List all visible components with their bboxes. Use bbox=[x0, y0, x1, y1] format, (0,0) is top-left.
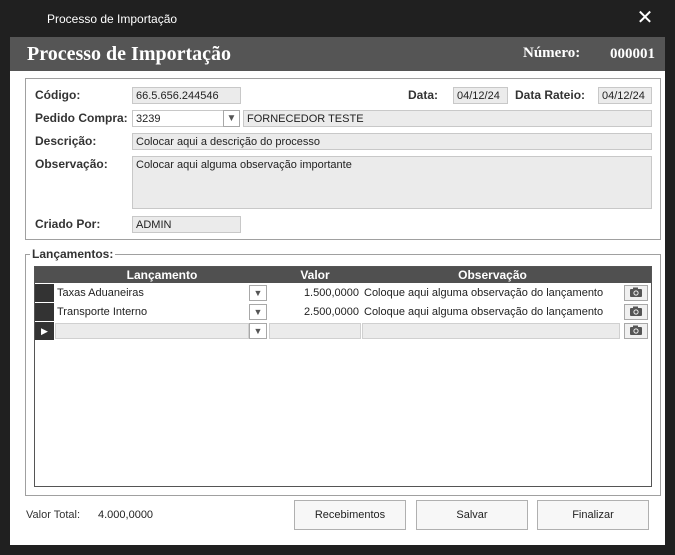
lancamento-cell[interactable]: Transporte Interno bbox=[55, 304, 251, 320]
chevron-down-icon[interactable]: ▼ bbox=[249, 285, 267, 301]
data-rateio-label: Data Rateio: bbox=[515, 88, 586, 102]
camera-icon[interactable] bbox=[624, 304, 648, 320]
lancamentos-grid[interactable]: Lançamento Valor Observação Taxas Aduane… bbox=[34, 266, 652, 487]
table-row[interactable]: Transporte Interno ▼ 2.500,0000 Coloque … bbox=[35, 303, 651, 321]
new-observacao-cell[interactable] bbox=[362, 323, 620, 339]
data-field[interactable]: 04/12/24 bbox=[453, 87, 508, 104]
camera-icon[interactable] bbox=[624, 323, 648, 339]
pedido-label: Pedido Compra: bbox=[35, 111, 128, 125]
salvar-button[interactable]: Salvar bbox=[416, 500, 528, 530]
observacao-cell[interactable]: Coloque aqui alguma observação do lançam… bbox=[362, 304, 620, 320]
row-pointer-icon[interactable]: ▶ bbox=[35, 322, 54, 340]
col-valor[interactable]: Valor bbox=[269, 268, 361, 282]
lancamento-cell[interactable]: Taxas Aduaneiras bbox=[55, 285, 251, 301]
observacao-cell[interactable]: Coloque aqui alguma observação do lançam… bbox=[362, 285, 620, 301]
window-title: Processo de Importação bbox=[47, 12, 178, 26]
numero-value: 000001 bbox=[610, 46, 655, 62]
criado-label: Criado Por: bbox=[35, 217, 101, 231]
valor-total-label: Valor Total: bbox=[26, 509, 81, 521]
row-selector[interactable] bbox=[35, 303, 54, 321]
recebimentos-button[interactable]: Recebimentos bbox=[294, 500, 406, 530]
chevron-down-icon[interactable]: ▼ bbox=[223, 110, 240, 127]
window-titlebar: Processo de Importação ✕ bbox=[0, 0, 675, 37]
row-selector[interactable] bbox=[35, 284, 54, 302]
lancamentos-title: Lançamentos: bbox=[30, 247, 116, 261]
numero-label: Número: bbox=[523, 45, 581, 61]
close-icon[interactable]: ✕ bbox=[634, 7, 656, 29]
observacao-field[interactable]: Colocar aqui alguma observação important… bbox=[132, 156, 652, 209]
col-observacao[interactable]: Observação bbox=[362, 268, 623, 282]
data-label: Data: bbox=[408, 88, 439, 102]
table-row[interactable]: Taxas Aduaneiras ▼ 1.500,0000 Coloque aq… bbox=[35, 284, 651, 302]
page-title: Processo de Importação bbox=[27, 43, 232, 65]
valor-cell[interactable]: 2.500,0000 bbox=[269, 304, 361, 320]
criado-field[interactable]: ADMIN bbox=[132, 216, 241, 233]
new-row[interactable]: ▶ ▼ bbox=[35, 322, 651, 340]
valor-total-value: 4.000,0000 bbox=[98, 509, 154, 521]
data-rateio-field[interactable]: 04/12/24 bbox=[598, 87, 652, 104]
new-valor-cell[interactable] bbox=[269, 323, 361, 339]
codigo-field[interactable]: 66.5.656.244546 bbox=[132, 87, 241, 104]
fornecedor-field[interactable]: FORNECEDOR TESTE bbox=[243, 110, 652, 127]
valor-cell[interactable]: 1.500,0000 bbox=[269, 285, 361, 301]
dialog-body: Processo de Importação Número: 000001 Có… bbox=[10, 37, 665, 545]
codigo-label: Código: bbox=[35, 88, 81, 102]
chevron-down-icon[interactable]: ▼ bbox=[249, 304, 267, 320]
descricao-field[interactable]: Colocar aqui a descrição do processo bbox=[132, 133, 652, 150]
chevron-down-icon[interactable]: ▼ bbox=[249, 323, 267, 339]
descricao-label: Descrição: bbox=[35, 134, 97, 148]
grid-header: Lançamento Valor Observação bbox=[35, 267, 651, 283]
header-bar: Processo de Importação Número: 000001 bbox=[10, 37, 665, 71]
camera-icon[interactable] bbox=[624, 285, 648, 301]
col-lancamento[interactable]: Lançamento bbox=[55, 268, 269, 282]
new-lancamento-cell[interactable] bbox=[55, 323, 249, 339]
observacao-label: Observação: bbox=[35, 157, 108, 171]
finalizar-button[interactable]: Finalizar bbox=[537, 500, 649, 530]
